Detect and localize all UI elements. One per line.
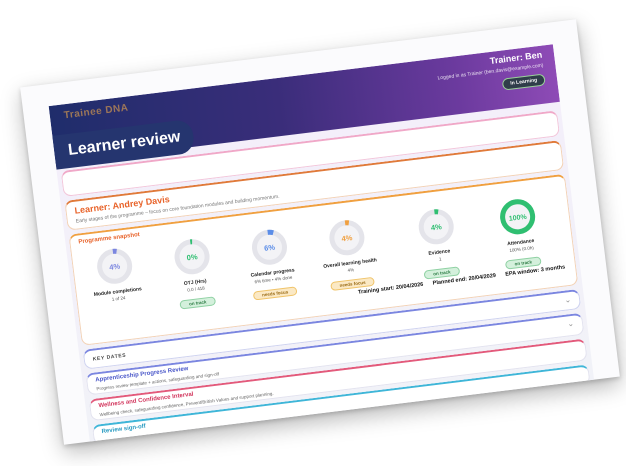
status-badge: needs focus: [252, 286, 298, 301]
org-logo-text: Trainee DNA: [63, 102, 130, 122]
gauge-ring: 4%: [418, 209, 454, 245]
chevron-down-icon[interactable]: ⌄: [567, 319, 575, 329]
review-signoff-title: Review sign-off: [101, 423, 147, 436]
gauge-4: 4% Evidence 1 on track: [399, 202, 477, 284]
gauge-value: 0%: [186, 252, 198, 262]
gauge-ring: 6%: [251, 229, 287, 265]
gauge-value: 4%: [430, 222, 442, 232]
status-pill[interactable]: In Learning: [501, 73, 546, 91]
printed-page: Trainee DNA Trainer: Ben Logged in as Tr…: [20, 19, 620, 445]
key-dates-title: KEY DATES: [92, 352, 127, 363]
gauge-0: 4% Module completions 1 of 24: [77, 241, 153, 305]
gauge-2: 6% Calendar progress 6% time • 4% done need…: [232, 222, 310, 304]
gauge-ring: 0%: [174, 239, 210, 275]
app-screen: Trainee DNA Trainer: Ben Logged in as Tr…: [48, 44, 595, 442]
gauge-ring: 4%: [97, 248, 133, 284]
gauge-3: 4% Overall learning health 4% needs focus: [310, 213, 388, 295]
gauge-value: 6%: [264, 243, 276, 253]
status-badge: on track: [179, 296, 216, 310]
gauge-value: 4%: [341, 233, 353, 243]
gauge-ring: 4%: [329, 220, 365, 256]
gauge-ring: 100%: [500, 199, 536, 235]
chevron-down-icon[interactable]: ⌄: [564, 295, 572, 305]
gauge-value: 4%: [109, 262, 121, 272]
gauge-5: 100% Attendance 100% (0.0h) on track: [480, 192, 558, 274]
gauge-1: 0% OTJ (Hrs) 0.0 / 418 on track: [155, 232, 233, 314]
